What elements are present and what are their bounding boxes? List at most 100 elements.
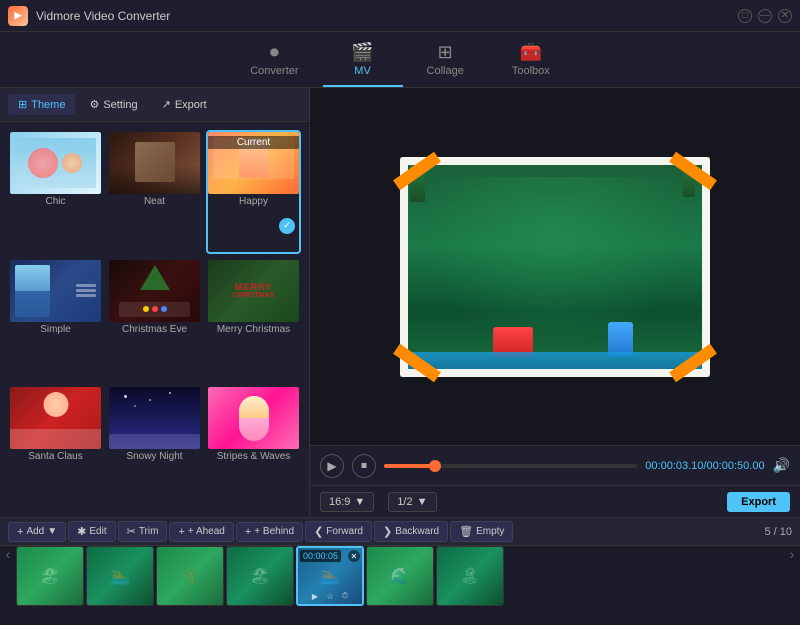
tab-collage-label: Collage	[427, 65, 464, 77]
backward-icon: ❯	[383, 525, 392, 538]
ahead-icon: +	[178, 526, 184, 538]
theme-stripes-label: Stripes & Waves	[208, 449, 299, 466]
ratio-select[interactable]: 16:9 ▼	[320, 492, 374, 512]
ahead-button[interactable]: + + Ahead	[169, 522, 233, 542]
theme-chic-label: Chic	[10, 194, 101, 211]
forward-button[interactable]: ❮ Forward	[305, 521, 372, 542]
theme-chic[interactable]: Chic	[8, 130, 103, 254]
clip-3-thumbnail: 🌴	[157, 547, 223, 605]
empty-label: Empty	[476, 526, 504, 537]
stop-button[interactable]: ⏹	[352, 454, 376, 478]
subnav-theme[interactable]: ⊞ Theme	[8, 94, 75, 115]
theme-merry[interactable]: MERRY CHRISTMAS Merry Christmas	[206, 258, 301, 382]
theme-grid-icon: ⊞	[18, 98, 27, 111]
nav-tabs: ⏺ Converter 🎬 MV ⊞ Collage 🧰 Toolbox	[0, 32, 800, 88]
image-icon: 🏊	[110, 566, 130, 586]
theme-selected-badge: ✓	[279, 218, 295, 234]
tab-toolbox[interactable]: 🧰 Toolbox	[488, 34, 574, 87]
clip-7-thumbnail: 🏝	[437, 547, 503, 605]
clip-5-close[interactable]: ✕	[348, 550, 360, 562]
star-clip-icon[interactable]: ☆	[324, 590, 336, 602]
clip-1-thumbnail: 🏖	[17, 547, 83, 605]
tab-converter-label: Converter	[250, 65, 298, 77]
maximize-button[interactable]: —	[758, 9, 772, 23]
behind-button[interactable]: + + Behind	[236, 522, 303, 542]
mv-icon: 🎬	[351, 42, 373, 63]
right-panel: ▽	[310, 88, 800, 517]
theme-stripes[interactable]: Stripes & Waves	[206, 385, 301, 509]
ahead-label: + Ahead	[188, 526, 225, 537]
bottom-toolbar: 16:9 ▼ 1/2 ▼ Export	[310, 485, 800, 517]
clock-clip-icon[interactable]: ⏱	[339, 590, 351, 602]
tab-mv[interactable]: 🎬 MV	[323, 34, 403, 87]
clip-2-thumbnail: 🏊	[87, 547, 153, 605]
clip-5-duration: 00:00:05	[300, 550, 341, 562]
clip-3[interactable]: 🌴	[156, 546, 224, 606]
preview-frame	[400, 157, 710, 377]
add-button[interactable]: + Add ▼	[8, 522, 66, 542]
export-icon: ↗	[162, 98, 171, 111]
subnav-setting[interactable]: ⚙ Setting	[79, 94, 147, 115]
tab-mv-label: MV	[354, 65, 371, 77]
close-button[interactable]: ✕	[778, 9, 792, 23]
theme-snowy[interactable]: Snowy Night	[107, 385, 202, 509]
empty-button[interactable]: 🗑 Empty	[450, 521, 513, 542]
theme-christmas-label: Christmas Eve	[109, 322, 200, 339]
edit-label: Edit	[89, 526, 106, 537]
minimize-button[interactable]: □	[738, 9, 752, 23]
forward-label: Forward	[326, 526, 363, 537]
clip-5[interactable]: 🏊 00:00:05 ✕ ▶ ☆ ⏱	[296, 546, 364, 606]
image-icon: 🏖	[40, 566, 60, 586]
image-icon: 🏊	[320, 566, 340, 586]
export-button[interactable]: Export	[727, 492, 790, 512]
progress-bar[interactable]	[384, 464, 637, 468]
titlebar: ▶ Vidmore Video Converter □ — ✕	[0, 0, 800, 32]
left-panel: ⊞ Theme ⚙ Setting ↗ Export	[0, 88, 310, 517]
theme-grid: Chic Neat Current ✓ Happy	[0, 122, 309, 517]
clip-5-actions: ▶ ☆ ⏱	[309, 590, 351, 602]
timeline-action-bar: + Add ▼ ✱ Edit ✂ Trim + + Ahead + + Behi…	[0, 517, 800, 545]
subnav-export[interactable]: ↗ Export	[152, 94, 217, 115]
page-count: 5 / 10	[764, 526, 792, 538]
play-clip-icon[interactable]: ▶	[309, 590, 321, 602]
clip-4[interactable]: 🏖	[226, 546, 294, 606]
volume-icon[interactable]: 🔊	[773, 457, 790, 474]
time-display: 00:00:03.10/00:00:50.00	[645, 460, 764, 472]
backward-button[interactable]: ❯ Backward	[374, 521, 448, 542]
theme-neat[interactable]: Neat	[107, 130, 202, 254]
collage-icon: ⊞	[438, 42, 453, 63]
theme-current-label: Current	[208, 136, 299, 149]
forward-icon: ❮	[314, 525, 323, 538]
image-icon: 🏖	[250, 566, 270, 586]
clip-2[interactable]: 🏊	[86, 546, 154, 606]
edit-button[interactable]: ✱ Edit	[68, 521, 115, 542]
quality-value: 1/2	[397, 496, 412, 508]
timeline-clips: 🏖 🏊 🌴 🏖 🏊 00:00:05 ✕ ▶	[16, 546, 784, 625]
tab-converter[interactable]: ⏺ Converter	[226, 34, 322, 87]
progress-thumb	[429, 460, 441, 472]
timeline-prev-button[interactable]: ‹	[0, 546, 16, 625]
image-icon: 🌴	[180, 566, 200, 586]
theme-christmas[interactable]: Christmas Eve	[107, 258, 202, 382]
theme-simple[interactable]: Simple	[8, 258, 103, 382]
clip-5-thumbnail: 🏊 00:00:05 ✕ ▶ ☆ ⏱	[298, 548, 362, 604]
sub-nav: ⊞ Theme ⚙ Setting ↗ Export	[0, 88, 309, 122]
setting-icon: ⚙	[89, 98, 99, 111]
behind-icon: +	[245, 526, 251, 538]
preview-area: ▽	[310, 88, 800, 445]
theme-santa[interactable]: Santa Claus	[8, 385, 103, 509]
clip-1[interactable]: 🏖	[16, 546, 84, 606]
trim-icon: ✂	[127, 525, 136, 538]
trim-button[interactable]: ✂ Trim	[118, 521, 168, 542]
theme-happy[interactable]: Current ✓ Happy	[206, 130, 301, 254]
tab-collage[interactable]: ⊞ Collage	[403, 34, 488, 87]
timeline-next-button[interactable]: ›	[784, 546, 800, 625]
app-title: Vidmore Video Converter	[36, 9, 738, 23]
toolbox-icon: 🧰	[520, 42, 542, 63]
clip-6[interactable]: 🌊	[366, 546, 434, 606]
quality-select[interactable]: 1/2 ▼	[388, 492, 436, 512]
add-label: Add	[26, 526, 44, 537]
play-button[interactable]: ▶	[320, 454, 344, 478]
clip-7[interactable]: 🏝	[436, 546, 504, 606]
backward-label: Backward	[395, 526, 439, 537]
